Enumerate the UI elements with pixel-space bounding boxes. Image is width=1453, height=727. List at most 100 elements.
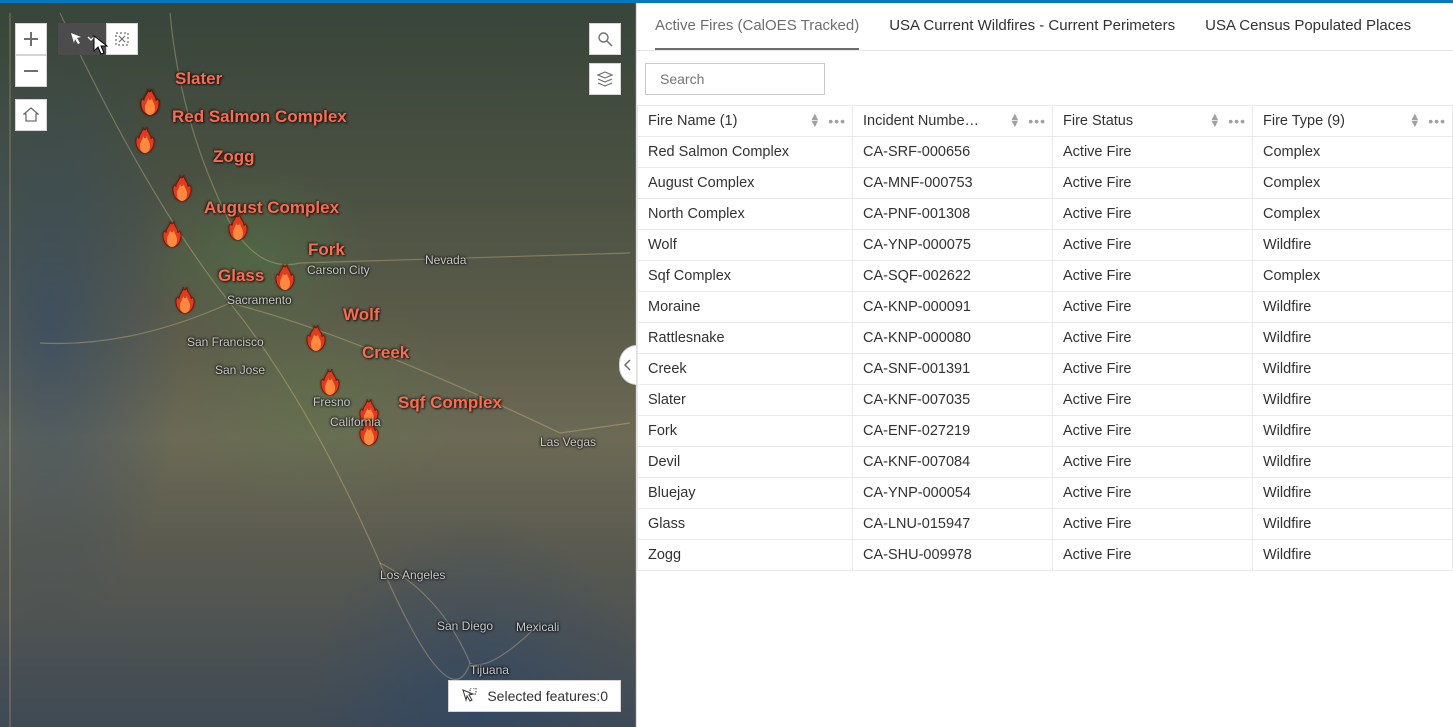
selected-features-label: Selected features:0	[487, 688, 608, 704]
table-row[interactable]: BluejayCA-YNP-000054Active FireWildfire	[638, 478, 1453, 509]
cell-type: Wildfire	[1253, 323, 1453, 354]
table-row[interactable]: ForkCA-ENF-027219Active FireWildfire	[638, 416, 1453, 447]
table-search-input[interactable]	[660, 71, 841, 87]
column-header-name[interactable]: Fire Name (1)▲▼•••	[638, 106, 853, 137]
table-row[interactable]: DevilCA-KNF-007084Active FireWildfire	[638, 447, 1453, 478]
table-row[interactable]: CreekCA-SNF-001391Active FireWildfire	[638, 354, 1453, 385]
place-label: Las Vegas	[540, 435, 596, 449]
cell-name: Moraine	[638, 292, 853, 323]
sort-icon[interactable]: ▲▼	[1009, 114, 1020, 128]
cell-status: Active Fire	[1053, 416, 1253, 447]
home-button[interactable]	[15, 99, 47, 131]
layers-button[interactable]	[589, 63, 621, 95]
table-row[interactable]: RattlesnakeCA-KNP-000080Active FireWildf…	[638, 323, 1453, 354]
table-row[interactable]: GlassCA-LNU-015947Active FireWildfire	[638, 509, 1453, 540]
cell-type: Wildfire	[1253, 478, 1453, 509]
cell-name: Sqf Complex	[638, 261, 853, 292]
column-header-status[interactable]: Fire Status▲▼•••	[1053, 106, 1253, 137]
attribute-table[interactable]: Fire Name (1)▲▼•••Incident Numbe…▲▼•••Fi…	[637, 105, 1453, 727]
column-header-type[interactable]: Fire Type (9)▲▼•••	[1253, 106, 1453, 137]
fire-label: Creek	[362, 343, 409, 363]
place-label: Fresno	[313, 395, 350, 409]
cell-type: Complex	[1253, 199, 1453, 230]
fire-marker[interactable]	[355, 419, 379, 447]
cell-type: Complex	[1253, 137, 1453, 168]
table-row[interactable]: Sqf ComplexCA-SQF-002622Active FireCompl…	[638, 261, 1453, 292]
sort-icon[interactable]: ▲▼	[809, 114, 820, 128]
cell-inc: CA-KNF-007035	[853, 385, 1053, 416]
flame-icon	[158, 221, 182, 249]
flame-icon	[302, 325, 326, 353]
sort-icon[interactable]: ▲▼	[1409, 114, 1420, 128]
map-search-button[interactable]	[589, 23, 621, 55]
table-row[interactable]: SlaterCA-KNF-007035Active FireWildfire	[638, 385, 1453, 416]
column-menu-icon[interactable]: •••	[1228, 113, 1246, 129]
table-row[interactable]: MoraineCA-KNP-000091Active FireWildfire	[638, 292, 1453, 323]
cell-inc: CA-KNF-007084	[853, 447, 1053, 478]
table-search-box[interactable]	[645, 63, 825, 95]
cell-inc: CA-ENF-027219	[853, 416, 1053, 447]
fire-marker[interactable]	[224, 214, 248, 242]
cell-type: Wildfire	[1253, 292, 1453, 323]
cursor-highlight-icon	[461, 688, 477, 704]
cell-name: North Complex	[638, 199, 853, 230]
minus-icon	[23, 63, 39, 79]
tab-0[interactable]: Active Fires (CalOES Tracked)	[655, 3, 859, 50]
clear-selection-button[interactable]	[106, 23, 138, 55]
chevron-left-icon	[623, 359, 633, 371]
table-row[interactable]: WolfCA-YNP-000075Active FireWildfire	[638, 230, 1453, 261]
zoom-out-button[interactable]	[15, 55, 47, 87]
place-label: Los Angeles	[380, 568, 445, 582]
cell-name: Red Salmon Complex	[638, 137, 853, 168]
cell-inc: CA-PNF-001308	[853, 199, 1053, 230]
cell-name: Devil	[638, 447, 853, 478]
zoom-in-button[interactable]	[15, 23, 47, 55]
flame-icon	[355, 419, 379, 447]
sort-icon[interactable]: ▲▼	[1209, 114, 1220, 128]
map-pane[interactable]: SlaterRed Salmon ComplexZoggAugust Compl…	[0, 3, 636, 727]
cell-status: Active Fire	[1053, 230, 1253, 261]
cell-status: Active Fire	[1053, 137, 1253, 168]
flame-icon	[316, 369, 340, 397]
cell-name: Glass	[638, 509, 853, 540]
place-label: San Diego	[437, 619, 493, 633]
cell-status: Active Fire	[1053, 385, 1253, 416]
selected-features-bar[interactable]: Selected features:0	[448, 680, 621, 712]
layer-tabs: Active Fires (CalOES Tracked) USA Current…	[637, 3, 1453, 51]
fire-marker[interactable]	[168, 175, 192, 203]
table-row[interactable]: North ComplexCA-PNF-001308Active FireCom…	[638, 199, 1453, 230]
place-label: San Jose	[215, 363, 265, 377]
fire-marker[interactable]	[302, 325, 326, 353]
cell-type: Complex	[1253, 261, 1453, 292]
fire-marker[interactable]	[316, 369, 340, 397]
cell-type: Wildfire	[1253, 230, 1453, 261]
table-row[interactable]: Red Salmon ComplexCA-SRF-000656Active Fi…	[638, 137, 1453, 168]
fire-marker[interactable]	[131, 127, 155, 155]
flame-icon	[168, 175, 192, 203]
column-header-inc[interactable]: Incident Numbe…▲▼•••	[853, 106, 1053, 137]
column-menu-icon[interactable]: •••	[1028, 113, 1046, 129]
caret-down-icon	[87, 35, 95, 43]
rectangle-select-button[interactable]	[58, 23, 106, 55]
cell-name: August Complex	[638, 168, 853, 199]
table-row[interactable]: ZoggCA-SHU-009978Active FireWildfire	[638, 540, 1453, 571]
tab-2[interactable]: USA Census Populated Places	[1205, 3, 1411, 50]
column-menu-icon[interactable]: •••	[828, 113, 846, 129]
place-label: Carson City	[307, 263, 370, 277]
place-label: San Francisco	[187, 335, 264, 349]
table-row[interactable]: August ComplexCA-MNF-000753Active FireCo…	[638, 168, 1453, 199]
fire-marker[interactable]	[271, 264, 295, 292]
tab-1[interactable]: USA Current Wildfires - Current Perimete…	[889, 3, 1175, 50]
cell-status: Active Fire	[1053, 292, 1253, 323]
fire-marker[interactable]	[171, 287, 195, 315]
cell-type: Wildfire	[1253, 540, 1453, 571]
cell-inc: CA-KNP-000091	[853, 292, 1053, 323]
flame-icon	[131, 127, 155, 155]
fire-marker[interactable]	[158, 221, 182, 249]
column-menu-icon[interactable]: •••	[1428, 113, 1446, 129]
collapse-panel-button[interactable]	[619, 345, 636, 385]
cell-status: Active Fire	[1053, 540, 1253, 571]
fire-marker[interactable]	[136, 89, 160, 117]
cell-type: Complex	[1253, 168, 1453, 199]
cursor-rect-icon	[69, 31, 85, 47]
